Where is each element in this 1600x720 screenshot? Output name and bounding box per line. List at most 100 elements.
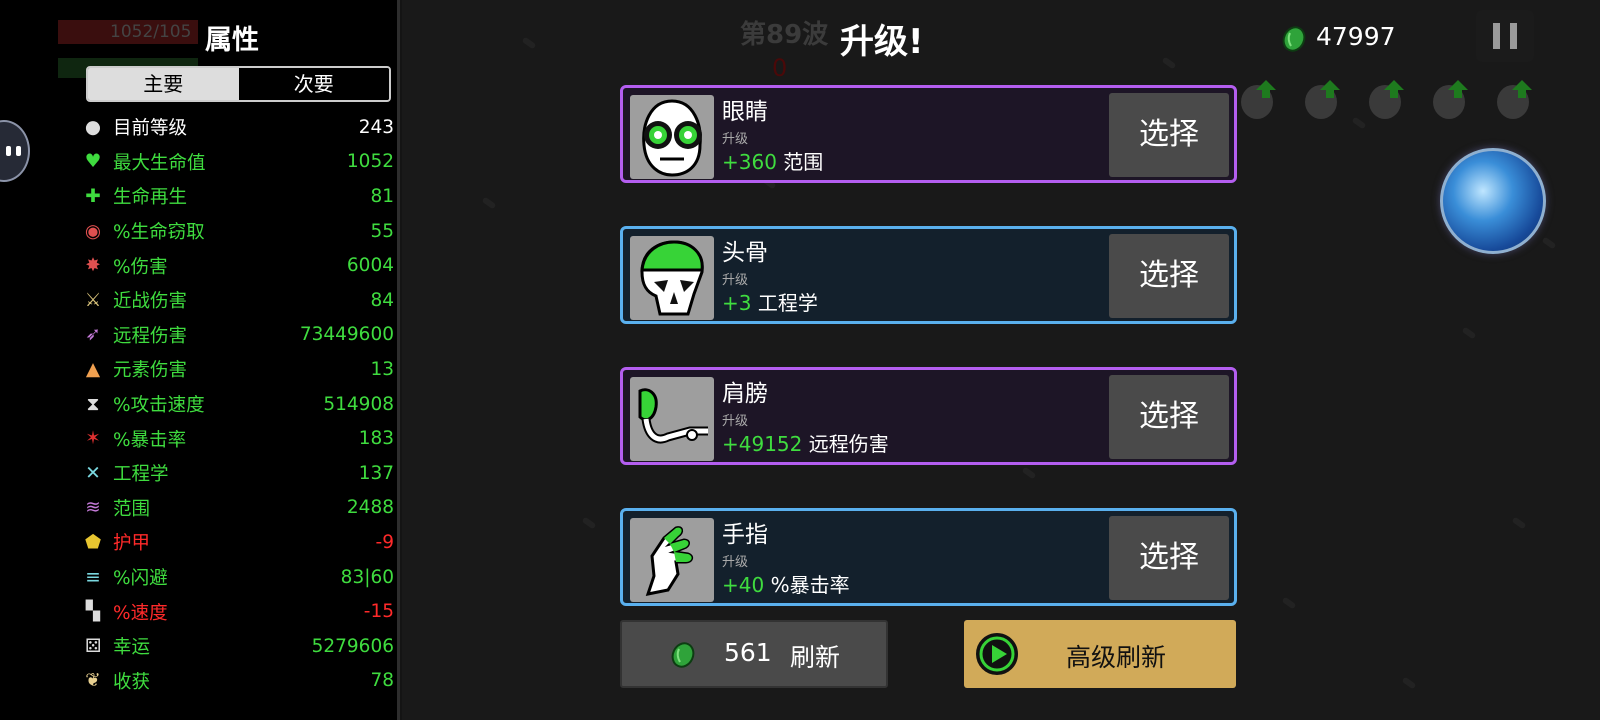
stat-value: 83|60 bbox=[340, 566, 394, 588]
range-icon: ≋ bbox=[85, 497, 101, 519]
stat-row[interactable]: ⚔ 近战伤害 84 bbox=[82, 283, 394, 318]
stat-value: 183 bbox=[358, 428, 394, 450]
stat-row[interactable]: ⚄ 幸运 5279606 bbox=[82, 629, 394, 664]
stats-tab-group: 主要 次要 bbox=[86, 66, 391, 102]
upgrade-kind: 升级 bbox=[722, 132, 749, 147]
tab-secondary-stats[interactable]: 次要 bbox=[238, 68, 389, 100]
stat-list: ● 目前等级 243 ♥ 最大生命值 1052 ✚ 生命再生 81 ◉ %生命窃取 55 ✸ %伤害 600… bbox=[82, 110, 394, 698]
stat-row[interactable]: ◉ %生命窃取 55 bbox=[82, 214, 394, 249]
shoulder-icon bbox=[630, 377, 714, 461]
stat-row[interactable]: ➶ 远程伤害 73449600 bbox=[82, 318, 394, 353]
stat-row[interactable]: ≡ %闪避 83|60 bbox=[82, 560, 394, 595]
stat-row[interactable]: ▚ %速度 -15 bbox=[82, 594, 394, 629]
select-button[interactable]: 选择 bbox=[1109, 375, 1229, 459]
stat-row[interactable]: ✶ %暴击率 183 bbox=[82, 421, 394, 456]
stat-row[interactable]: ⬟ 护甲 -9 bbox=[82, 525, 394, 560]
upgrade-amount: +40 bbox=[722, 573, 765, 597]
advanced-reroll-button[interactable]: 高级刷新 bbox=[964, 620, 1236, 688]
level-up-title: 升级! bbox=[840, 22, 924, 62]
stat-row[interactable]: ✸ %伤害 6004 bbox=[82, 248, 394, 283]
upgrade-effect: +3 工程学 bbox=[722, 287, 818, 316]
stat-label: 最大生命值 bbox=[113, 152, 206, 174]
upgrade-kind: 升级 bbox=[722, 273, 749, 288]
upgrade-name: 眼睛 bbox=[722, 99, 768, 125]
pending-levelup-potato-icon bbox=[1305, 80, 1340, 119]
stat-label: %伤害 bbox=[113, 256, 168, 278]
stat-label: %攻击速度 bbox=[113, 395, 205, 417]
stat-value: 55 bbox=[370, 220, 394, 242]
stat-value: -9 bbox=[375, 531, 394, 553]
upgrade-stat: 范围 bbox=[783, 150, 824, 174]
material-gem-icon bbox=[1282, 26, 1306, 52]
upgrade-name: 头骨 bbox=[722, 240, 768, 266]
stat-label: 收获 bbox=[113, 671, 151, 693]
upgrade-amount: +3 bbox=[722, 291, 752, 315]
pause-icon bbox=[1493, 23, 1500, 49]
ability-orb-button[interactable] bbox=[1440, 148, 1546, 254]
upgrade-card-eyes: 眼睛 升级 +360 范围 选择 bbox=[620, 85, 1237, 183]
heart-icon: ♥ bbox=[84, 151, 102, 173]
pending-levelup-potato-icon bbox=[1369, 80, 1404, 119]
armor-icon: ⬟ bbox=[84, 531, 102, 553]
stat-row[interactable]: ✚ 生命再生 81 bbox=[82, 179, 394, 214]
upgrade-effect: +360 范围 bbox=[722, 146, 823, 175]
upgrade-stat: 远程伤害 bbox=[808, 432, 889, 456]
elemental-icon: ▲ bbox=[85, 358, 101, 380]
speed-icon: ▚ bbox=[85, 601, 101, 623]
upgrade-kind: 升级 bbox=[722, 555, 749, 570]
stat-row[interactable]: ❦ 收获 78 bbox=[82, 664, 394, 699]
stat-row[interactable]: ⧗ %攻击速度 514908 bbox=[82, 387, 395, 422]
stat-label: 近战伤害 bbox=[113, 291, 188, 313]
stat-label: 范围 bbox=[113, 498, 151, 520]
select-button[interactable]: 选择 bbox=[1109, 516, 1229, 600]
stat-row[interactable]: ≋ 范围 2488 bbox=[82, 491, 394, 526]
harvest-icon: ❦ bbox=[85, 670, 101, 692]
ranged-icon: ➶ bbox=[85, 324, 101, 346]
upgrade-kind: 升级 bbox=[722, 414, 749, 429]
play-video-icon bbox=[976, 633, 1018, 675]
select-button[interactable]: 选择 bbox=[1109, 93, 1229, 177]
damage-icon: ✸ bbox=[85, 255, 101, 277]
crit-icon: ✶ bbox=[85, 428, 101, 450]
stat-value: 78 bbox=[370, 670, 394, 692]
stat-row[interactable]: ✕ 工程学 137 bbox=[82, 456, 394, 491]
stat-value: 2488 bbox=[346, 497, 394, 519]
dodge-icon: ≡ bbox=[85, 566, 101, 588]
engineering-icon: ✕ bbox=[85, 462, 101, 484]
reroll-button[interactable]: 561 刷新 bbox=[620, 620, 888, 688]
upgrade-card-fingers: 手指 升级 +40 %暴击率 选择 bbox=[620, 508, 1237, 606]
stat-label: 工程学 bbox=[113, 464, 169, 486]
select-button[interactable]: 选择 bbox=[1109, 234, 1229, 318]
stat-row[interactable]: ▲ 元素伤害 13 bbox=[82, 352, 394, 387]
tab-main-stats[interactable]: 主要 bbox=[88, 68, 239, 100]
stat-label: %生命窃取 bbox=[113, 222, 205, 244]
material-gem-icon bbox=[671, 642, 695, 668]
stats-title: 属性 bbox=[205, 25, 259, 56]
upgrade-amount: +49152 bbox=[722, 432, 803, 456]
upgrade-name: 手指 bbox=[722, 522, 768, 548]
stat-row[interactable]: ● 目前等级 243 bbox=[82, 110, 394, 145]
hourglass-icon: ⧗ bbox=[86, 393, 100, 415]
stat-row[interactable]: ♥ 最大生命值 1052 bbox=[82, 145, 394, 180]
stat-value: 73449600 bbox=[299, 324, 394, 346]
pause-button[interactable] bbox=[1476, 10, 1534, 62]
dice-icon: ⚄ bbox=[84, 635, 102, 657]
stat-label: 远程伤害 bbox=[113, 325, 188, 347]
stat-label: %暴击率 bbox=[113, 429, 187, 451]
stat-label: 生命再生 bbox=[113, 187, 188, 209]
upgrade-effect: +49152 远程伤害 bbox=[722, 428, 889, 457]
material-count: 47997 bbox=[1316, 22, 1396, 51]
upgrade-stat: %暴击率 bbox=[770, 573, 850, 597]
reroll-cost: 561 bbox=[724, 638, 772, 667]
upgrade-amount: +360 bbox=[722, 150, 777, 174]
pending-levelup-potato-icon bbox=[1433, 80, 1468, 119]
stat-value: -15 bbox=[363, 601, 394, 623]
pending-levelup-potato-icon bbox=[1497, 80, 1532, 119]
stat-label: %速度 bbox=[113, 602, 168, 624]
upgrade-card-skull: 头骨 升级 +3 工程学 选择 bbox=[620, 226, 1237, 324]
melee-icon: ⚔ bbox=[84, 289, 102, 311]
stat-value: 84 bbox=[370, 289, 394, 311]
stat-label: 护甲 bbox=[113, 533, 151, 555]
stat-value: 6004 bbox=[346, 255, 394, 277]
upgrade-card-shoulder: 肩膀 升级 +49152 远程伤害 选择 bbox=[620, 367, 1237, 465]
